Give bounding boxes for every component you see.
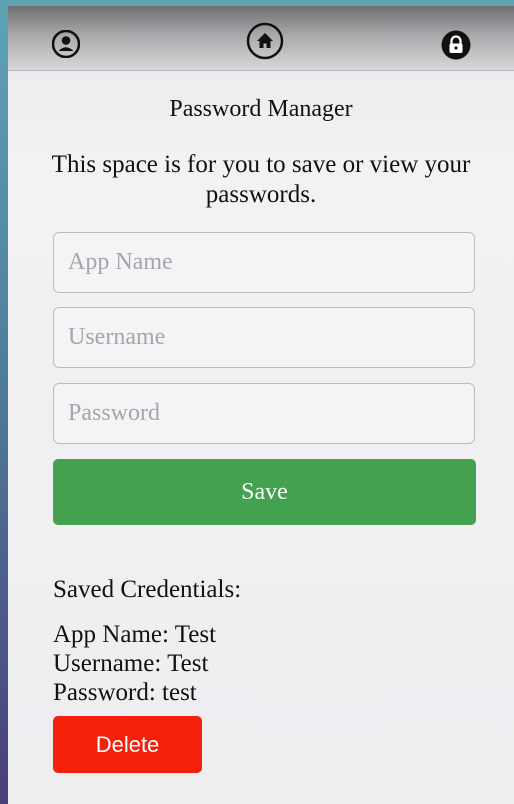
saved-credentials-heading: Saved Credentials: (53, 576, 242, 603)
home-icon[interactable] (246, 22, 284, 60)
username-input[interactable] (53, 307, 475, 368)
save-button[interactable]: Save (53, 459, 476, 525)
saved-app-name: App Name: Test (53, 621, 217, 648)
app-name-input[interactable] (53, 232, 475, 293)
page-title: Password Manager (169, 96, 353, 122)
top-navigation-bar (8, 6, 514, 71)
delete-button[interactable]: Delete (53, 716, 202, 773)
lock-icon[interactable] (441, 30, 471, 60)
saved-credential-entry: App Name: Test Username: Test Password: … (53, 620, 216, 707)
app-screen: Password Manager This space is for you t… (8, 6, 514, 804)
saved-username: Username: Test (53, 650, 209, 677)
password-input[interactable] (53, 383, 475, 444)
page-subtitle: This space is for you to save or view yo… (51, 151, 471, 208)
user-icon[interactable] (52, 30, 80, 58)
saved-password: Password: test (53, 679, 197, 706)
